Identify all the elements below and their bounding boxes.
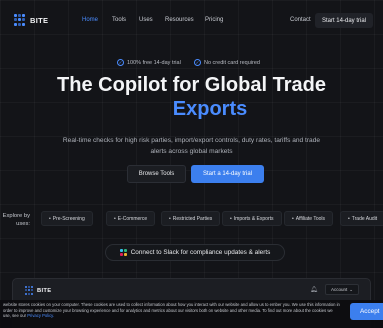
bell-icon[interactable]: 🔔︎	[310, 286, 318, 293]
chip-trade-audit[interactable]: • Trade Audit	[340, 211, 383, 226]
hero-title: The Copilot for Global Trade	[57, 74, 326, 96]
hero-subtitle: Real-time checks for high risk parties, …	[62, 137, 321, 155]
account-label: Account	[331, 287, 348, 292]
nav-home[interactable]: Home	[82, 17, 98, 23]
chip-label: Trade Audit	[351, 215, 378, 222]
check-circle-icon: ✓	[194, 59, 201, 66]
badge-free-trial-text: 100% free 14-day trial	[127, 59, 181, 66]
badge-no-card-text: No credit card required	[204, 59, 260, 66]
logo[interactable]: BITE	[14, 14, 48, 26]
slack-icon	[119, 249, 127, 256]
chip-imports-exports[interactable]: • Imports & Exports	[222, 211, 282, 226]
logo-text: BITE	[30, 15, 49, 25]
check-circle-icon: ✓	[117, 59, 124, 66]
preview-logo-text: BITE	[37, 287, 52, 294]
chip-label: Affiliate Tools	[295, 215, 326, 222]
explore-label: Explore by uses:	[2, 213, 30, 227]
preview-logo: BITE	[25, 286, 51, 295]
slack-connect-button[interactable]: Connect to Slack for compliance updates …	[105, 244, 285, 261]
nav-uses[interactable]: Uses	[139, 17, 153, 23]
badge-free-trial: ✓ 100% free 14-day trial	[117, 59, 181, 66]
chip-label: E-Commerce	[117, 215, 148, 222]
nav-resources[interactable]: Resources	[165, 17, 194, 23]
start-trial-button[interactable]: Start a 14-day trial	[191, 165, 264, 183]
header-trial-button[interactable]: Start 14-day trial	[314, 13, 373, 28]
chip-affiliate-tools[interactable]: • Affiliate Tools	[284, 211, 334, 226]
badge-no-card: ✓ No credit card required	[194, 59, 260, 66]
hero-title-highlight: Exports	[172, 98, 248, 120]
chip-pre-screening[interactable]: • Pre-Screening	[41, 211, 93, 226]
nav-contact[interactable]: Contact	[290, 17, 311, 23]
logo-mark-icon	[14, 14, 26, 26]
slack-connect-text: Connect to Slack for compliance updates …	[130, 249, 271, 256]
chip-e-commerce[interactable]: • E-Commerce	[106, 211, 156, 226]
privacy-policy-link[interactable]: Privacy Policy.	[27, 313, 54, 318]
account-dropdown[interactable]: Account ⌄	[325, 284, 360, 295]
chip-label: Restricted Parties	[172, 215, 213, 222]
chevron-down-icon: ⌄	[349, 286, 354, 292]
cookie-text: website stores cookies on your computer.…	[3, 302, 341, 319]
browse-tools-button[interactable]: Browse Tools	[127, 165, 186, 183]
chip-restricted-parties[interactable]: • Restricted Parties	[161, 211, 221, 226]
chip-label: Imports & Exports	[233, 215, 274, 222]
nav-tools[interactable]: Tools	[112, 17, 126, 23]
chip-label: Pre-Screening	[52, 215, 85, 222]
nav-pricing[interactable]: Pricing	[205, 17, 223, 23]
logo-mark-icon	[25, 286, 34, 295]
cookie-accept-button[interactable]: Accept	[350, 303, 383, 320]
